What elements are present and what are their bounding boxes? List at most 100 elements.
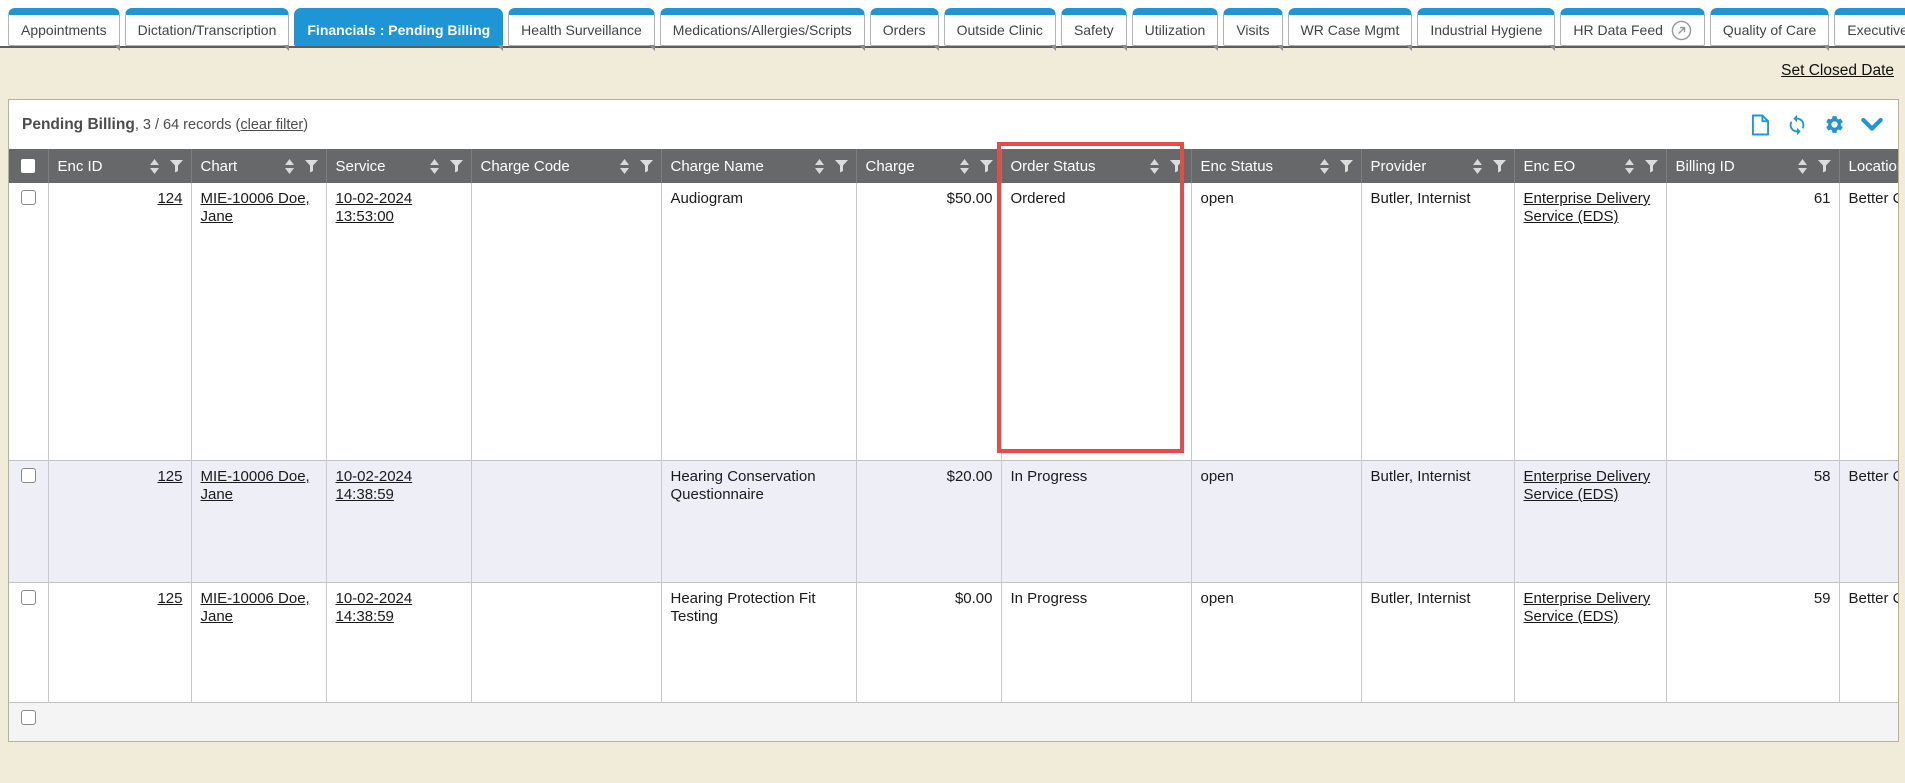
column-label: Enc EO: [1524, 158, 1576, 175]
column-header-enc_eo[interactable]: Enc EO: [1514, 149, 1666, 183]
tab-utilization[interactable]: Utilization: [1132, 8, 1219, 46]
sort-icon[interactable]: [149, 159, 160, 174]
column-label: Billing ID: [1676, 158, 1735, 175]
chart-link[interactable]: MIE-10006 Doe, Jane: [201, 468, 310, 503]
filter-icon[interactable]: [1170, 160, 1183, 173]
cell-location: Better Cor: [1839, 183, 1899, 460]
cell-billing_id: 58: [1666, 460, 1839, 582]
enc_eo-link[interactable]: Enterprise Delivery Service (EDS): [1524, 590, 1651, 625]
collapse-icon[interactable]: [1861, 117, 1883, 132]
sort-icon[interactable]: [1472, 159, 1483, 174]
sort-icon[interactable]: [429, 159, 440, 174]
tab-safety[interactable]: Safety: [1061, 8, 1127, 46]
column-header-enc_id[interactable]: Enc ID: [48, 149, 191, 183]
sort-icon[interactable]: [814, 159, 825, 174]
column-header-chart[interactable]: Chart: [191, 149, 326, 183]
charge-value: $20.00: [947, 468, 993, 485]
filter-icon[interactable]: [980, 160, 993, 173]
service-link[interactable]: 10-02-2024 14:38:59: [336, 468, 413, 503]
cell-enc_eo: Enterprise Delivery Service (EDS): [1514, 582, 1666, 702]
filter-icon[interactable]: [1818, 160, 1831, 173]
column-header-location[interactable]: Location: [1839, 149, 1899, 183]
sort-icon[interactable]: [619, 159, 630, 174]
filter-icon[interactable]: [1493, 160, 1506, 173]
cell-charge: $20.00: [856, 460, 1001, 582]
tab-appointments[interactable]: Appointments: [8, 8, 120, 46]
filter-icon[interactable]: [1645, 160, 1658, 173]
enc_eo-link[interactable]: Enterprise Delivery Service (EDS): [1524, 190, 1651, 225]
row-checkbox[interactable]: [21, 190, 36, 205]
chart-link[interactable]: MIE-10006 Doe, Jane: [201, 190, 310, 225]
filter-icon[interactable]: [305, 160, 318, 173]
tab-outside-clinic[interactable]: Outside Clinic: [944, 8, 1056, 46]
column-header-charge_code[interactable]: Charge Code: [471, 149, 661, 183]
filter-icon[interactable]: [1340, 160, 1353, 173]
billing_id-value: 61: [1814, 190, 1831, 207]
cell-location: Better Cor: [1839, 460, 1899, 582]
tab-medications-allergies-scripts[interactable]: Medications/Allergies/Scripts: [660, 8, 865, 46]
tab-dictation-transcription[interactable]: Dictation/Transcription: [125, 8, 290, 46]
tab-financials-pending-billing[interactable]: Financials : Pending Billing: [294, 8, 503, 46]
filter-icon[interactable]: [170, 160, 183, 173]
tab-industrial-hygiene[interactable]: Industrial Hygiene: [1417, 8, 1555, 46]
cell-enc_status: open: [1191, 582, 1361, 702]
charge-value: $0.00: [955, 590, 993, 607]
tab-health-surveillance[interactable]: Health Surveillance: [508, 8, 655, 46]
row-checkbox[interactable]: [21, 590, 36, 605]
column-header-charge_name[interactable]: Charge Name: [661, 149, 856, 183]
service-link[interactable]: 10-02-2024 13:53:00: [336, 190, 413, 225]
column-header-service[interactable]: Service: [326, 149, 471, 183]
footer-row-checkbox[interactable]: [21, 710, 36, 725]
chart-link[interactable]: MIE-10006 Doe, Jane: [201, 590, 310, 625]
enc_id-link[interactable]: 125: [157, 468, 182, 485]
column-header-provider[interactable]: Provider: [1361, 149, 1514, 183]
sort-icon[interactable]: [1624, 159, 1635, 174]
provider-value: Butler, Internist: [1371, 190, 1471, 207]
row-checkbox[interactable]: [21, 468, 36, 483]
cell-select: [9, 460, 48, 582]
column-label: Service: [336, 158, 386, 175]
enc_id-link[interactable]: 124: [157, 190, 182, 207]
column-label: Charge Code: [481, 158, 570, 175]
enc_id-link[interactable]: 125: [157, 590, 182, 607]
tab-label: Industrial Hygiene: [1430, 22, 1542, 38]
sort-icon[interactable]: [284, 159, 295, 174]
sort-icon[interactable]: [1319, 159, 1330, 174]
sort-icon[interactable]: [1149, 159, 1160, 174]
refresh-icon[interactable]: [1786, 114, 1808, 136]
record-count-text: , 3 / 64 records (: [135, 117, 241, 133]
enc_status-value: open: [1201, 590, 1234, 607]
filter-icon[interactable]: [640, 160, 653, 173]
cell-enc_status: open: [1191, 460, 1361, 582]
cell-service: 10-02-2024 14:38:59: [326, 460, 471, 582]
enc_eo-link[interactable]: Enterprise Delivery Service (EDS): [1524, 468, 1651, 503]
cell-enc_id: 125: [48, 460, 191, 582]
gear-icon[interactable]: [1824, 114, 1845, 135]
enc_status-value: open: [1201, 190, 1234, 207]
tab-orders[interactable]: Orders: [870, 8, 939, 46]
sort-icon[interactable]: [1797, 159, 1808, 174]
tab-wr-case-mgmt[interactable]: WR Case Mgmt: [1288, 8, 1413, 46]
pending-billing-panel: Pending Billing, 3 / 64 records (clear f…: [8, 99, 1899, 742]
column-label: Enc ID: [58, 158, 103, 175]
filter-icon[interactable]: [450, 160, 463, 173]
tab-hr-data-feed[interactable]: HR Data Feed: [1560, 8, 1704, 46]
new-document-icon[interactable]: [1751, 114, 1770, 136]
column-header-charge[interactable]: Charge: [856, 149, 1001, 183]
column-label: Chart: [201, 158, 238, 175]
filter-icon[interactable]: [835, 160, 848, 173]
billing_id-value: 58: [1814, 468, 1831, 485]
service-link[interactable]: 10-02-2024 14:38:59: [336, 590, 413, 625]
clear-filter-link[interactable]: clear filter: [240, 117, 303, 133]
tab-executive-dashboard[interactable]: Executive Dashboard: [1834, 8, 1905, 46]
tab-quality-of-care[interactable]: Quality of Care: [1710, 8, 1829, 46]
set-closed-date-link[interactable]: Set Closed Date: [1781, 62, 1894, 80]
column-header-order_status[interactable]: Order Status: [1001, 149, 1191, 183]
column-header-billing_id[interactable]: Billing ID: [1666, 149, 1839, 183]
tab-visits[interactable]: Visits: [1223, 8, 1282, 46]
sort-icon[interactable]: [959, 159, 970, 174]
select-all-checkbox[interactable]: [21, 159, 35, 173]
provider-value: Butler, Internist: [1371, 590, 1471, 607]
column-header-enc_status[interactable]: Enc Status: [1191, 149, 1361, 183]
column-label: Provider: [1371, 158, 1427, 175]
